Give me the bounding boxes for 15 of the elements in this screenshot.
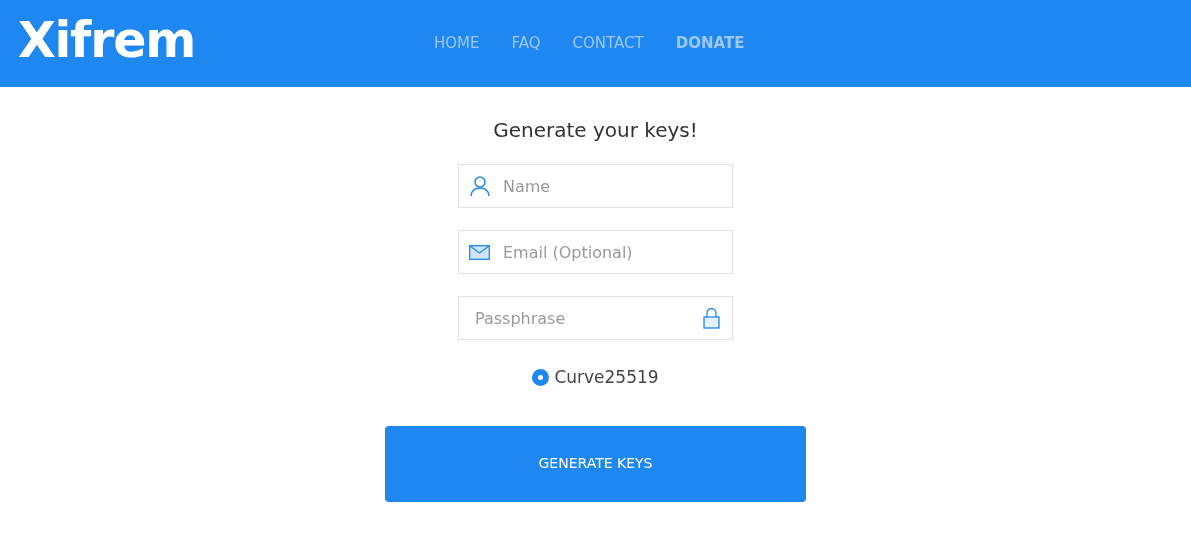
nav-link[interactable]: DONATE — [665, 32, 755, 55]
mail-icon — [469, 244, 490, 260]
logo[interactable]: Xifrem — [18, 16, 195, 65]
lock-icon — [703, 307, 720, 329]
nav-link[interactable]: HOME — [424, 32, 490, 55]
input-field[interactable]: Name — [458, 164, 733, 208]
radio-button[interactable] — [532, 369, 550, 387]
input-field[interactable]: Passphrase — [458, 296, 733, 340]
generate-keys-button[interactable]: GENERATE KEYS — [385, 425, 806, 502]
person-icon — [469, 175, 491, 197]
nav-link[interactable]: FAQ — [501, 32, 551, 55]
radio-label[interactable]: Curve25519 — [554, 365, 659, 391]
form-title: Generate your keys! — [493, 120, 698, 140]
nav-link[interactable]: CONTACT — [562, 32, 654, 55]
input-field[interactable]: Email (Optional) — [458, 230, 733, 274]
